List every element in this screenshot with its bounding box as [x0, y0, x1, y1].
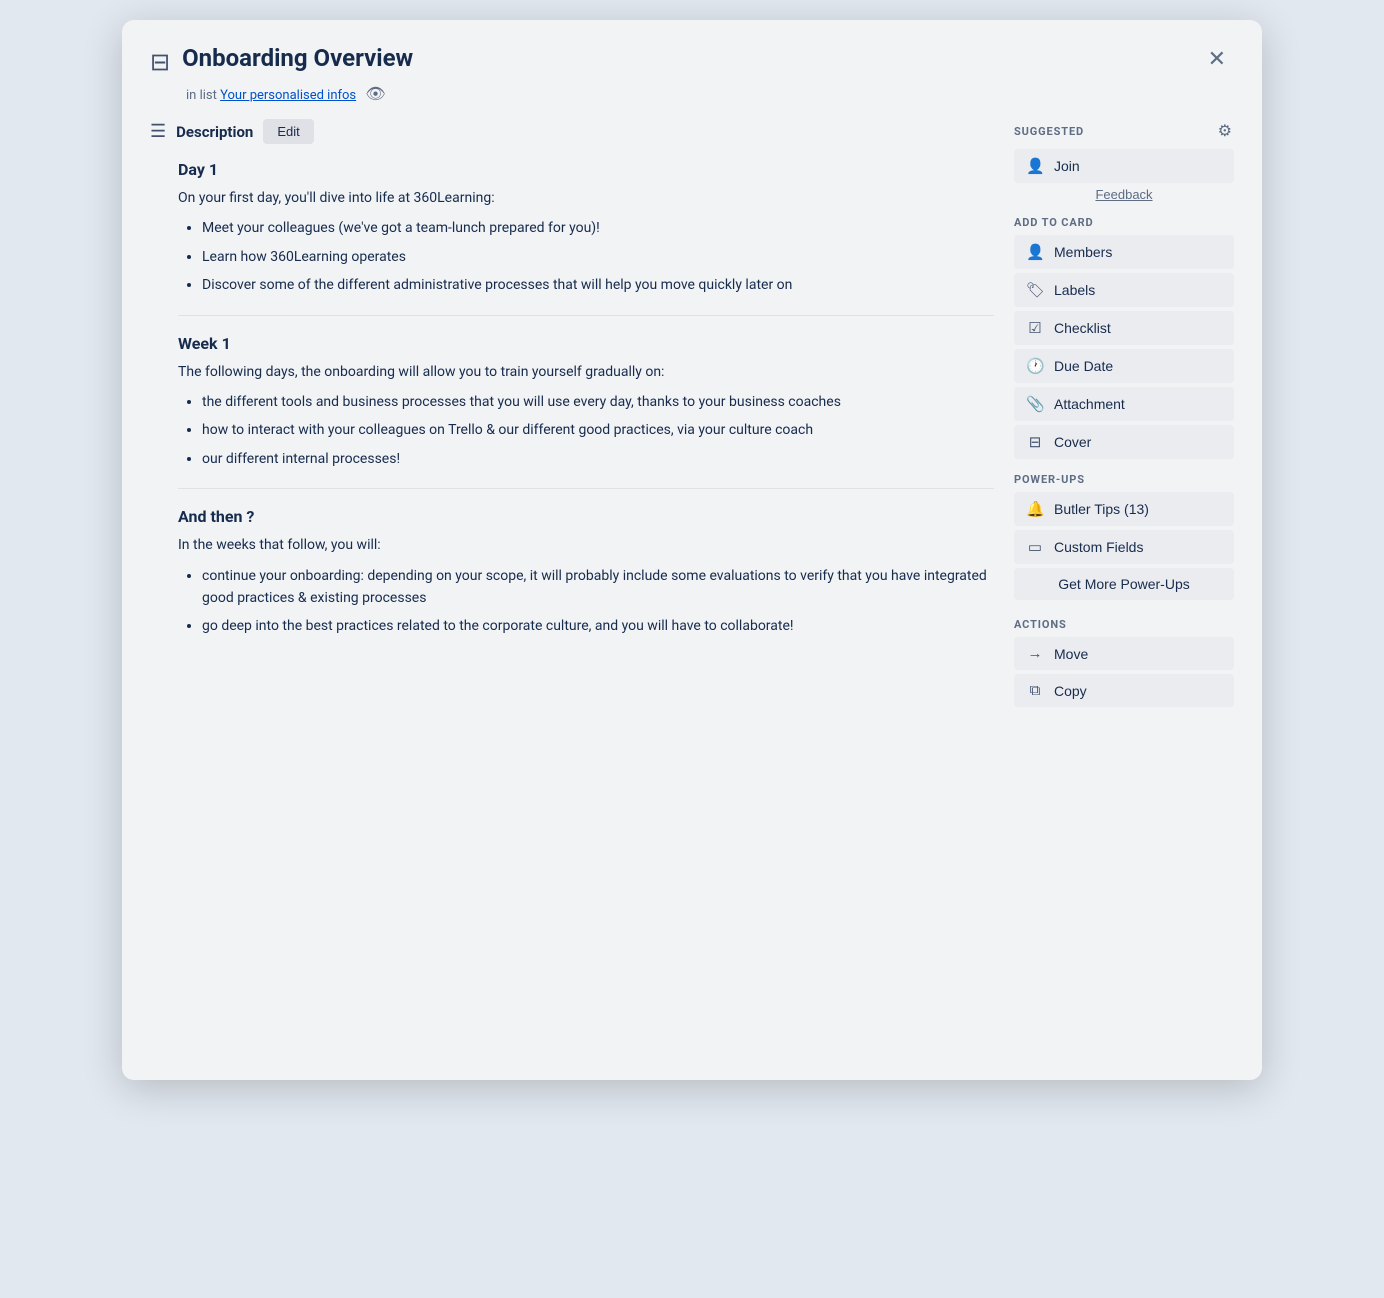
cover-button[interactable]: ⊟ Cover: [1014, 425, 1234, 459]
list-item: continue your onboarding: depending on y…: [202, 565, 994, 610]
labels-label: Labels: [1054, 282, 1095, 298]
custom-fields-label: Custom Fields: [1054, 539, 1143, 555]
butler-tips-button[interactable]: 🔔 Butler Tips (13): [1014, 492, 1234, 526]
suggested-label: SUGGESTED ⚙: [1014, 119, 1234, 143]
labels-button[interactable]: 🏷 Labels: [1014, 273, 1234, 307]
card-modal: ⊟ Onboarding Overview ✕ in list Your per…: [122, 20, 1262, 1080]
cover-label: Cover: [1054, 434, 1091, 450]
andthen-heading: And then ?: [178, 507, 994, 526]
andthen-intro: In the weeks that follow, you will:: [178, 534, 994, 556]
list-item: Meet your colleagues (we've got a team-l…: [202, 217, 994, 239]
modal-subtitle: in list Your personalised infos 👁: [186, 84, 1234, 103]
list-link[interactable]: Your personalised infos: [220, 88, 356, 103]
copy-label: Copy: [1054, 683, 1087, 699]
attachment-icon: 📎: [1026, 395, 1044, 413]
description-icon: ☰: [150, 121, 166, 142]
description-header: ☰ Description Edit: [150, 119, 994, 144]
person-icon: 👤: [1026, 157, 1044, 175]
edit-button[interactable]: Edit: [263, 119, 313, 144]
members-icon: 👤: [1026, 243, 1044, 261]
checklist-label: Checklist: [1054, 320, 1111, 336]
labels-icon: 🏷: [1026, 281, 1044, 299]
copy-icon: ⧉: [1026, 682, 1044, 699]
list-item: Learn how 360Learning operates: [202, 246, 994, 268]
copy-button[interactable]: ⧉ Copy: [1014, 674, 1234, 707]
actions-label: ACTIONS: [1014, 618, 1234, 631]
monitor-icon: ⊟: [150, 48, 170, 76]
actions-text: ACTIONS: [1014, 618, 1067, 631]
join-button[interactable]: 👤 Join: [1014, 149, 1234, 183]
checklist-icon: ☑: [1026, 319, 1044, 337]
list-item: our different internal processes!: [202, 448, 994, 470]
custom-fields-button[interactable]: ▭ Custom Fields: [1014, 530, 1234, 564]
eye-icon: 👁: [365, 84, 385, 103]
divider: [178, 488, 994, 489]
members-button[interactable]: 👤 Members: [1014, 235, 1234, 269]
members-label: Members: [1054, 244, 1112, 260]
andthen-list: continue your onboarding: depending on y…: [202, 565, 994, 638]
title-area: ⊟ Onboarding Overview: [150, 44, 413, 76]
sidebar: SUGGESTED ⚙ 👤 Join Feedback ADD TO CARD …: [1014, 119, 1234, 1052]
move-label: Move: [1054, 646, 1088, 662]
list-item: the different tools and business process…: [202, 391, 994, 413]
butler-tips-label: Butler Tips (13): [1054, 501, 1149, 517]
list-item: go deep into the best practices related …: [202, 615, 994, 637]
join-label: Join: [1054, 158, 1080, 174]
list-item: Discover some of the different administr…: [202, 274, 994, 296]
week1-list: the different tools and business process…: [202, 391, 994, 470]
list-item: how to interact with your colleagues on …: [202, 419, 994, 441]
get-more-power-ups-button[interactable]: Get More Power-Ups: [1014, 568, 1234, 600]
butler-icon: 🔔: [1026, 500, 1044, 518]
modal-body: ☰ Description Edit Day 1 On your first d…: [150, 119, 1234, 1052]
add-to-card-label: ADD TO CARD: [1014, 216, 1234, 229]
week1-intro: The following days, the onboarding will …: [178, 361, 994, 383]
power-ups-text: POWER-UPS: [1014, 473, 1085, 486]
cover-icon: ⊟: [1026, 433, 1044, 451]
day1-heading: Day 1: [178, 160, 994, 179]
description-title: Description: [176, 123, 253, 141]
move-button[interactable]: → Move: [1014, 637, 1234, 670]
week1-heading: Week 1: [178, 334, 994, 353]
description-body: Day 1 On your first day, you'll dive int…: [150, 160, 994, 638]
attachment-label: Attachment: [1054, 396, 1125, 412]
main-content: ☰ Description Edit Day 1 On your first d…: [150, 119, 994, 1052]
checklist-button[interactable]: ☑ Checklist: [1014, 311, 1234, 345]
add-to-card-text: ADD TO CARD: [1014, 216, 1094, 229]
power-ups-label: POWER-UPS: [1014, 473, 1234, 486]
close-button[interactable]: ✕: [1200, 44, 1234, 74]
day1-intro: On your first day, you'll dive into life…: [178, 187, 994, 209]
due-date-icon: 🕐: [1026, 357, 1044, 375]
due-date-label: Due Date: [1054, 358, 1113, 374]
custom-fields-icon: ▭: [1026, 538, 1044, 556]
day1-list: Meet your colleagues (we've got a team-l…: [202, 217, 994, 296]
divider: [178, 315, 994, 316]
move-icon: →: [1026, 645, 1044, 662]
suggested-text: SUGGESTED: [1014, 125, 1084, 138]
subtitle-prefix: in list: [186, 88, 217, 103]
attachment-button[interactable]: 📎 Attachment: [1014, 387, 1234, 421]
due-date-button[interactable]: 🕐 Due Date: [1014, 349, 1234, 383]
gear-button[interactable]: ⚙: [1216, 119, 1234, 143]
feedback-button[interactable]: Feedback: [1014, 187, 1234, 202]
card-title: Onboarding Overview: [182, 44, 413, 73]
modal-header: ⊟ Onboarding Overview ✕: [150, 44, 1234, 76]
